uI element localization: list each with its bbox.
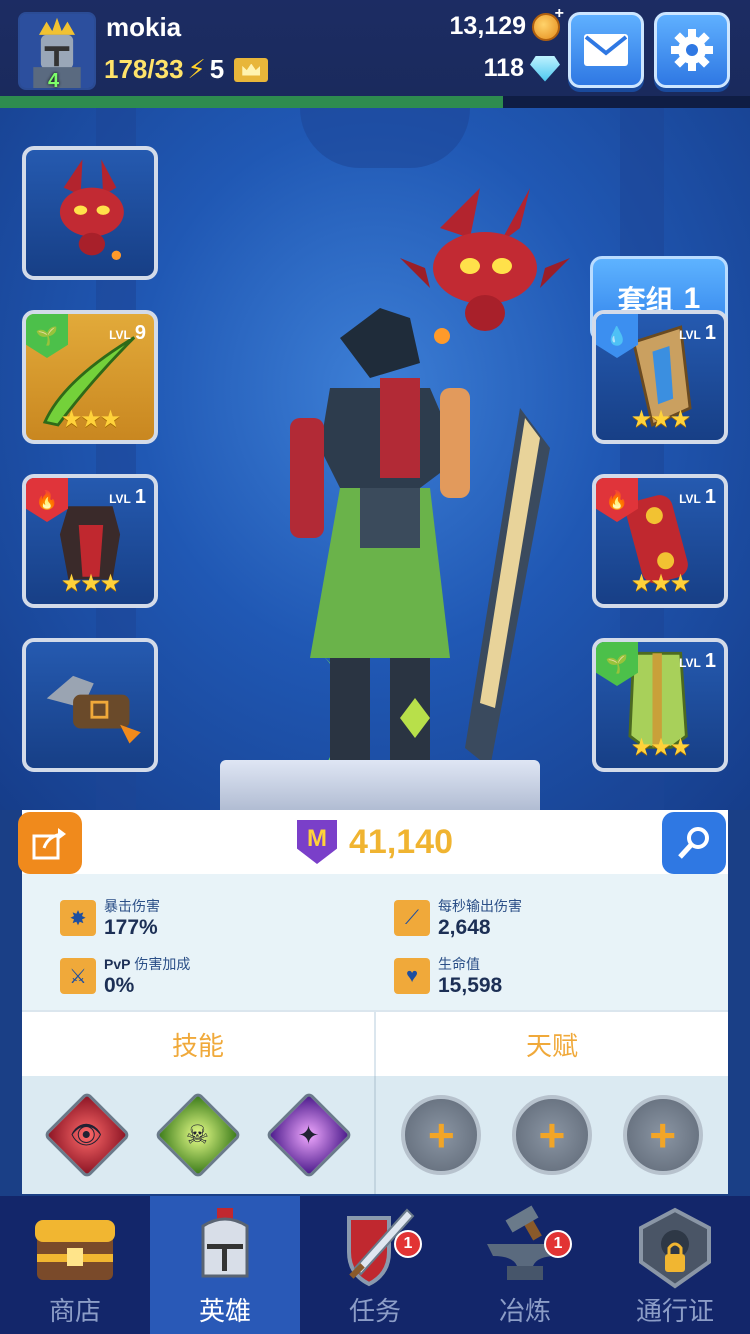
diamond-icon [530,55,560,82]
shoulder-armor-icon [46,675,141,744]
shield-level: LVL 1 [679,322,716,344]
gold-amount: 13,129 [449,12,526,40]
gloves-stars: ★★★ [630,570,692,597]
locked-crest-icon [639,1207,711,1289]
weapon-stars: ★★★ [60,406,122,433]
skill-talent-tabs: 技能 天赋 [22,1010,728,1076]
skill-vortex-icon[interactable]: ✦ [264,1091,353,1179]
gloves-level: LVL 1 [679,486,716,508]
background-arch [300,108,470,168]
hero-character[interactable] [270,188,600,788]
top-bar: 4 mokia 178/33 ⚡ 5 13,129 118 [0,0,750,108]
add-talent-button[interactable]: + [622,1095,703,1175]
vip-crown-icon[interactable] [234,57,269,82]
weapon-slot[interactable]: 🌱 LVL 9 ★★★ [22,310,158,444]
boots-stars: ★★★ [630,734,692,761]
share-button[interactable] [18,812,82,874]
nav-hero[interactable]: 英雄 [150,1196,300,1334]
hero-scene: 🌱 LVL 9 ★★★ 🔥 LVL 1 ★★★ 套组 1 💧 LVL 1 ★★★… [0,108,750,810]
player-level: 4 [48,70,60,92]
envelope-icon [584,34,628,66]
power-badge-icon: M [297,820,337,864]
gear-icon [671,29,713,71]
skills-list: 👁 ☠ ✦ [22,1076,374,1194]
armor-slot[interactable]: 🔥 LVL 1 ★★★ [22,474,158,608]
armor-stars: ★★★ [60,570,122,597]
knight-helmet-icon [201,1208,249,1278]
pet-slot[interactable] [22,146,158,280]
dps-stat: ⟋ 每秒输出伤害 2,648 [394,896,522,940]
nav-battle-pass[interactable]: 通行证 [600,1196,750,1334]
treasure-chest-icon [35,1220,115,1280]
nav-shop[interactable]: 商店 [0,1196,150,1334]
weapon-level: LVL 9 [109,322,146,344]
shield-stars: ★★★ [630,406,692,433]
settings-button[interactable] [654,12,730,88]
gold-coin-icon [532,5,564,41]
gem-counter[interactable]: 118 [484,54,560,83]
energy-value: 178/33 [104,54,184,84]
energy-display: 178/33 ⚡ 5 [104,54,269,85]
demon-pet-icon [59,159,124,261]
xp-progress-bar [0,96,750,108]
sword-icon: ⟋ [394,900,430,936]
boots-slot[interactable]: 🌱 LVL 1 ★★★ [592,638,728,772]
forge-notification-badge: 1 [544,1230,572,1258]
skill-skull-icon[interactable]: ☠ [154,1091,242,1179]
share-icon [32,828,66,860]
quests-notification-badge: 1 [394,1230,422,1258]
skill-talent-row: 👁 ☠ ✦ + + + [22,1076,728,1194]
tab-talents[interactable]: 天赋 [374,1012,728,1076]
mail-button[interactable] [568,12,644,88]
heart-icon: ♥ [394,958,430,994]
shield-slot[interactable]: 💧 LVL 1 ★★★ [592,310,728,444]
xp-progress-fill [0,96,503,108]
hero-pedestal [220,760,540,810]
accessory-slot[interactable] [22,638,158,772]
hp-stat: ♥ 生命值 15,598 [394,954,502,998]
pvp-bonus-stat: ⚔ PvP 伤害加成 0% [60,954,190,998]
crit-icon: ✸ [60,900,96,936]
magnifier-icon [678,827,709,859]
inspect-button[interactable] [662,812,726,874]
crit-damage-stat: ✸ 暴击伤害 177% [60,896,160,940]
lightning-icon: ⚡ [187,54,206,84]
boots-level: LVL 1 [679,650,716,672]
power-value: 41,140 [349,822,453,861]
hero-stats-panel: M 41,140 ✸ 暴击伤害 177% ⟋ 每秒输出伤害 2,648 ⚔ Pv… [18,810,728,1194]
add-talent-button[interactable]: + [401,1095,482,1175]
add-talent-button[interactable]: + [511,1095,592,1175]
bottom-nav: 商店 英雄 1 任务 1 冶炼 通行证 [0,1196,750,1334]
energy-extra: 5 [209,54,225,84]
stats-grid: ✸ 暴击伤害 177% ⟋ 每秒输出伤害 2,648 ⚔ PvP 伤害加成 0%… [22,874,728,1010]
nav-quests[interactable]: 1 任务 [300,1196,450,1334]
pet-demon-icon [400,188,570,344]
tab-skills[interactable]: 技能 [22,1012,374,1076]
gloves-slot[interactable]: 🔥 LVL 1 ★★★ [592,474,728,608]
gold-counter[interactable]: 13,129 [449,5,564,41]
crossed-swords-icon: ⚔ [60,958,96,994]
nav-forge[interactable]: 1 冶炼 [450,1196,600,1334]
gem-amount: 118 [483,54,524,82]
armor-level: LVL 1 [109,486,146,508]
power-row: M 41,140 [18,810,728,874]
player-name: mokia [106,12,182,42]
skill-eye-icon[interactable]: 👁 [43,1091,132,1179]
talents-list: + + + [374,1076,728,1194]
